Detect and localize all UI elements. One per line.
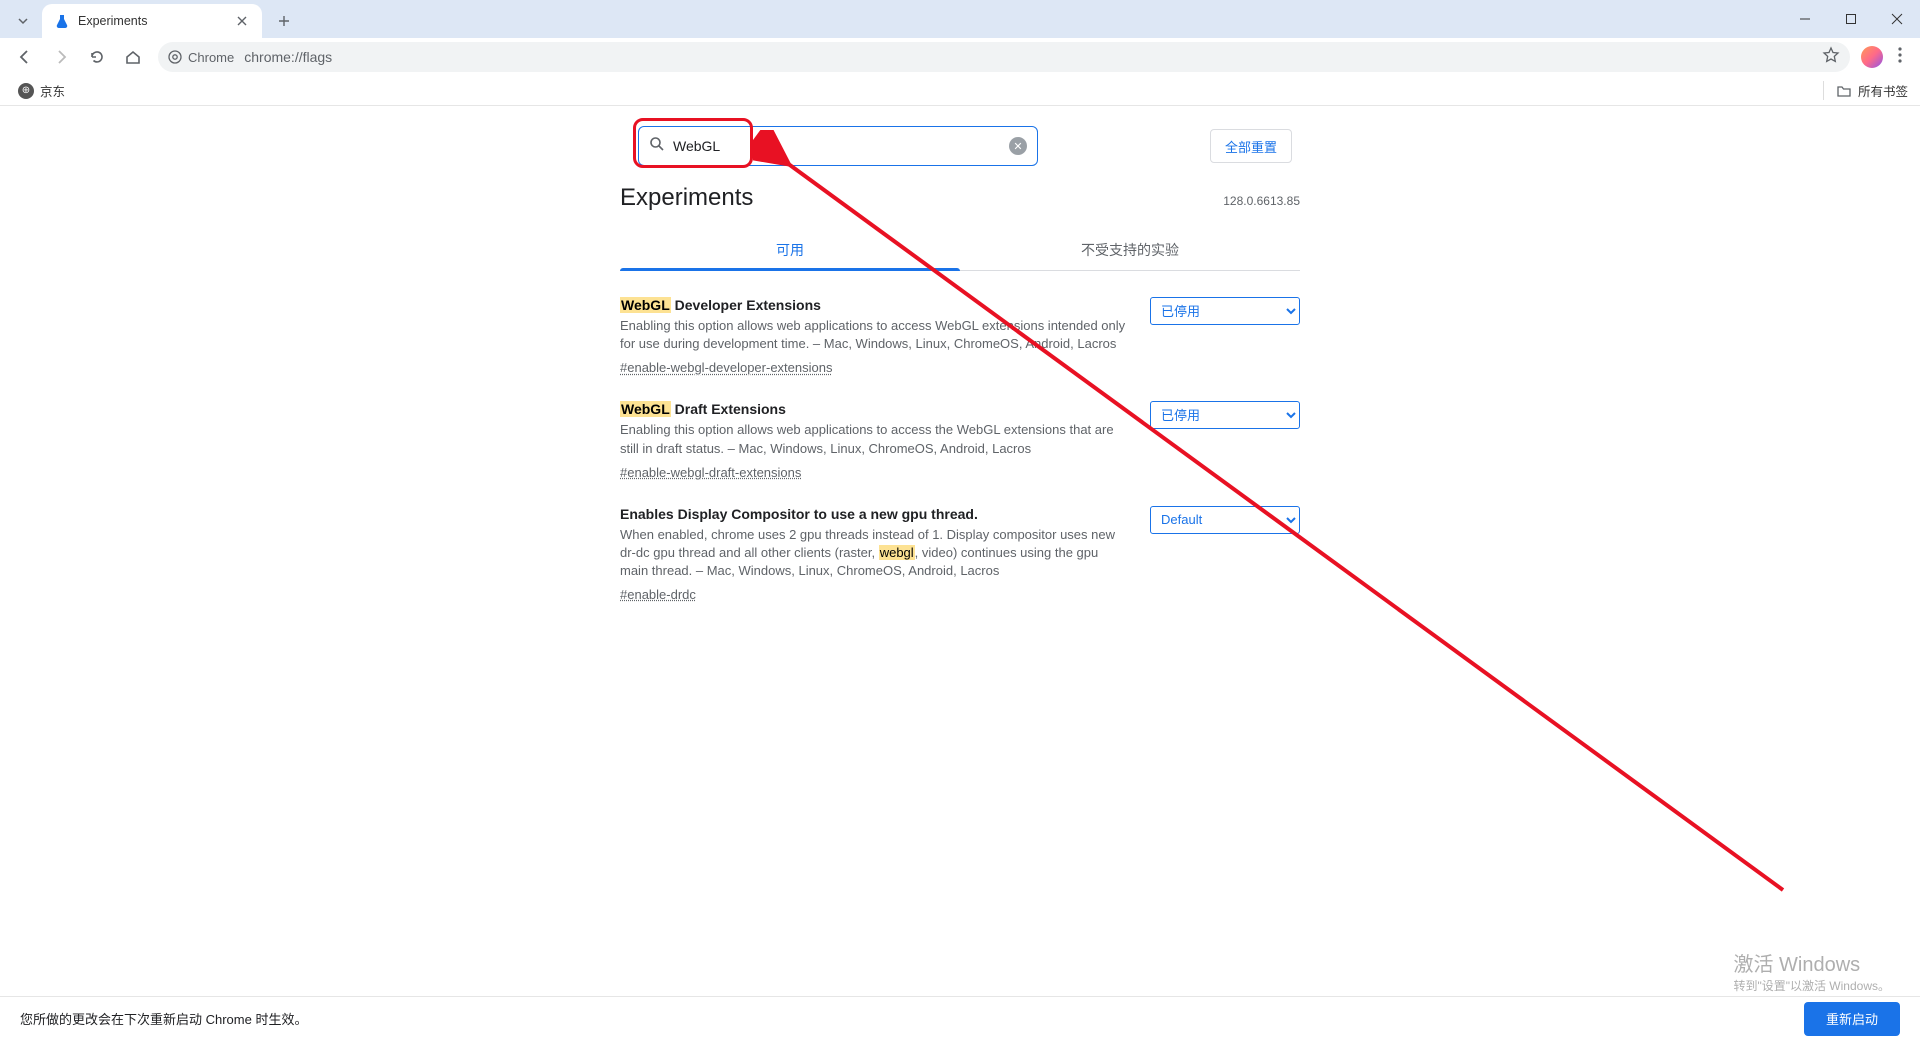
- search-box[interactable]: ✕: [638, 126, 1038, 166]
- address-bar: Chrome chrome://flags: [0, 38, 1920, 76]
- flag-row: Enables Display Compositor to use a new …: [620, 494, 1300, 617]
- flag-description: Enabling this option allows web applicat…: [620, 421, 1130, 457]
- browser-titlebar: Experiments: [0, 0, 1920, 38]
- address-field[interactable]: Chrome chrome://flags: [158, 42, 1850, 72]
- flag-state-select[interactable]: 已停用: [1150, 401, 1300, 429]
- flag-hash[interactable]: #enable-drdc: [620, 587, 696, 602]
- experiments-header: Experiments 128.0.6613.85: [620, 184, 1300, 212]
- restart-button[interactable]: 重新启动: [1804, 1002, 1900, 1036]
- search-row: ✕ 全部重置: [638, 126, 1300, 166]
- tab-close-button[interactable]: [234, 13, 250, 29]
- flag-hash[interactable]: #enable-webgl-draft-extensions: [620, 465, 801, 480]
- site-chip-label: Chrome: [188, 50, 234, 65]
- flag-state-select[interactable]: Default: [1150, 506, 1300, 534]
- close-window-button[interactable]: [1874, 0, 1920, 38]
- flag-description: Enabling this option allows web applicat…: [620, 317, 1130, 353]
- bookmark-star-icon[interactable]: [1822, 46, 1840, 69]
- page-title: Experiments: [620, 184, 753, 212]
- flag-title: WebGL Developer Extensions: [620, 297, 1130, 313]
- search-input[interactable]: [673, 138, 1009, 154]
- chrome-icon: [168, 50, 182, 64]
- bookmarks-bar: ⊕ 京东 所有书签: [0, 76, 1920, 106]
- flag-row: WebGL Developer Extensions Enabling this…: [620, 285, 1300, 389]
- flag-hash[interactable]: #enable-webgl-developer-extensions: [620, 360, 832, 375]
- tab-available[interactable]: 可用: [620, 230, 960, 270]
- flask-icon: [54, 13, 70, 29]
- bookmark-label: 京东: [40, 81, 65, 100]
- restart-notice: 您所做的更改会在下次重新启动 Chrome 时生效。: [20, 1009, 307, 1028]
- restart-bar: 您所做的更改会在下次重新启动 Chrome 时生效。 重新启动: [0, 996, 1920, 1040]
- back-button[interactable]: [8, 40, 42, 74]
- window-controls: [1782, 0, 1920, 38]
- folder-icon: [1836, 83, 1852, 99]
- page-content: ✕ 全部重置 Experiments 128.0.6613.85 可用 不受支持…: [0, 106, 1920, 1004]
- flag-title: Enables Display Compositor to use a new …: [620, 506, 1130, 522]
- version-label: 128.0.6613.85: [1223, 194, 1300, 208]
- bookmark-jd[interactable]: ⊕ 京东: [12, 77, 71, 104]
- flag-row: WebGL Draft Extensions Enabling this opt…: [620, 389, 1300, 493]
- browser-tab[interactable]: Experiments: [42, 4, 262, 38]
- minimize-button[interactable]: [1782, 0, 1828, 38]
- flag-state-select[interactable]: 已停用: [1150, 297, 1300, 325]
- home-button[interactable]: [116, 40, 150, 74]
- globe-icon: ⊕: [18, 83, 34, 99]
- reload-button[interactable]: [80, 40, 114, 74]
- site-chip: Chrome: [168, 50, 244, 65]
- experiment-tabs: 可用 不受支持的实验: [620, 230, 1300, 271]
- new-tab-button[interactable]: [270, 7, 298, 35]
- flag-title: WebGL Draft Extensions: [620, 401, 1130, 417]
- tab-unsupported[interactable]: 不受支持的实验: [960, 230, 1300, 270]
- browser-menu-button[interactable]: [1888, 47, 1912, 68]
- maximize-button[interactable]: [1828, 0, 1874, 38]
- tab-title: Experiments: [78, 14, 228, 28]
- forward-button[interactable]: [44, 40, 78, 74]
- url-text: chrome://flags: [244, 49, 332, 65]
- all-bookmarks-button[interactable]: 所有书签: [1823, 81, 1908, 100]
- profile-avatar[interactable]: [1858, 43, 1886, 71]
- reset-all-button[interactable]: 全部重置: [1210, 129, 1292, 163]
- flag-description: When enabled, chrome uses 2 gpu threads …: [620, 526, 1130, 581]
- search-icon: [649, 136, 665, 157]
- tab-search-button[interactable]: [10, 8, 36, 34]
- clear-search-button[interactable]: ✕: [1009, 137, 1027, 155]
- all-bookmarks-label: 所有书签: [1858, 81, 1908, 100]
